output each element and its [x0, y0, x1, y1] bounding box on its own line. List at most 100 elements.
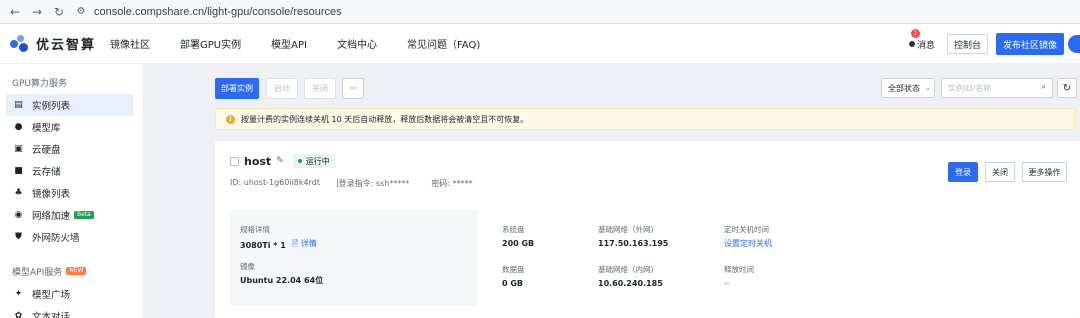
back-icon[interactable]: ← [6, 3, 24, 21]
login-button[interactable]: 登录 [948, 162, 978, 182]
url-text[interactable]: console.compshare.cn/light-gpu/console/r… [94, 6, 342, 18]
publish-image-button[interactable]: 发布社区镜像 [995, 33, 1064, 55]
login-command: 登录指令: ssh***** [338, 179, 410, 188]
main-content: 部署实例 启动 关闭 ··· 全部状态 ⌄ 实例ID/名称 ⌕ ↻ ! 按量计费… [145, 64, 1080, 318]
avatar[interactable] [1068, 35, 1080, 53]
beta-badge: Beta [74, 211, 94, 219]
sidebar-item-cloud-disk[interactable]: ▣ 云硬盘 [6, 138, 133, 160]
document-icon: 🗎 [291, 239, 299, 248]
instance-checkbox[interactable] [230, 156, 239, 166]
instance-toolbar: 部署实例 启动 关闭 ··· 全部状态 ⌄ 实例ID/名称 ⌕ ↻ [215, 78, 1080, 100]
bell-icon [908, 41, 915, 47]
cloud-storage-icon: ■ [14, 166, 23, 176]
chevron-down-icon: ⌄ [925, 84, 931, 92]
status-text: 运行中 [305, 156, 330, 166]
cloud-disk-icon: ▣ [14, 144, 23, 154]
forward-icon[interactable]: → [28, 3, 46, 21]
instance-id: ID: uhost-1g60ii8k4rdt [230, 178, 320, 187]
console-button[interactable]: 控制台 [946, 34, 988, 54]
nav-deploy-gpu[interactable]: 部署GPU实例 [180, 36, 241, 51]
instance-header: host ✎ 运行中 [230, 154, 335, 168]
search-input[interactable]: 实例ID/名称 ⌕ [941, 78, 1053, 98]
status-dot-icon [297, 159, 302, 163]
header-actions: 1 消息 控制台 发布社区镜像 [908, 24, 1080, 64]
more-actions-button[interactable]: ··· [342, 78, 364, 99]
sidebar-item-label: 实例列表 [32, 101, 71, 112]
instance-list-icon: ▤ [14, 100, 23, 110]
sidebar-item-label: 云硬盘 [32, 145, 61, 156]
sidebar-item-network-accel[interactable]: ◉ 网络加速 Beta [6, 204, 133, 226]
firewall-icon: ⛊ [15, 232, 22, 242]
sidebar-item-firewall[interactable]: ⛊ 外网防火墙 [6, 226, 133, 248]
public-network-label: 基础网络（外网) [598, 225, 654, 234]
spec-panel: 规格详情 3080Ti * 1 🗎 详情 镜像 Ubuntu 22.04 64位 [230, 210, 477, 306]
shutdown-button[interactable]: 关闭 [304, 78, 336, 99]
nav-docs[interactable]: 文档中心 [337, 36, 377, 51]
system-disk-value: 200 GB [502, 239, 535, 248]
refresh-button[interactable]: ↻ [1057, 78, 1077, 98]
spec-detail-label: 详情 [300, 239, 317, 248]
deploy-instance-button[interactable]: 部署实例 [215, 78, 259, 99]
sidebar-group-model-api: 模型API服务 NEW [0, 262, 143, 280]
address-bar[interactable]: ⚙ console.compshare.cn/light-gpu/console… [74, 2, 342, 22]
sidebar-item-instances[interactable]: ▤ 实例列表 [6, 94, 133, 116]
sidebar-item-label: 模型广场 [32, 290, 71, 301]
nav-image-community[interactable]: 镜像社区 [110, 36, 150, 51]
private-ip: 10.60.240.185 [598, 279, 663, 288]
sidebar-group-label: 模型API服务 [12, 267, 63, 278]
spec-value: 3080Ti * 1 [240, 240, 286, 250]
scheduled-shutdown-label: 定时关机时间 [724, 225, 769, 234]
sidebar-item-model-square[interactable]: ✦ 模型广场 [6, 283, 133, 305]
public-ip: 117.50.163.195 [598, 239, 669, 248]
logo-icon [10, 34, 30, 53]
more-operations-button[interactable]: 更多操作 [1022, 162, 1067, 182]
refresh-icon: ↻ [1062, 82, 1072, 94]
sidebar-item-label: 云存储 [32, 167, 61, 178]
text-chat-icon: ✿ [14, 311, 23, 318]
data-disk-value: 0 GB [502, 279, 524, 288]
nav-faq[interactable]: 常见问题（FAQ) [407, 36, 480, 51]
network-accel-icon: ◉ [14, 210, 23, 220]
instance-meta: ID: uhost-1g60ii8k4rdt | 登录指令: ssh***** … [230, 178, 473, 189]
sidebar-item-models[interactable]: ● 模型库 [6, 116, 133, 138]
spec-detail-link[interactable]: 🗎 详情 [292, 238, 317, 252]
sidebar-item-label: 外网防火墙 [32, 233, 80, 244]
set-scheduled-shutdown-link[interactable]: 设置定时关机 [724, 238, 772, 249]
site-settings-icon[interactable]: ⚙ [74, 5, 88, 19]
edit-icon[interactable]: ✎ [276, 156, 284, 166]
sidebar-item-label: 镜像列表 [32, 189, 71, 200]
sidebar-group-gpu: GPU算力服务 [12, 78, 67, 89]
browser-toolbar: ← → ↻ ⚙ console.compshare.cn/light-gpu/c… [0, 0, 1080, 24]
system-disk-label: 系统盘 [502, 225, 525, 234]
instance-card: host ✎ 运行中 ID: uhost-1g60ii8k4rdt | 登录指令… [215, 141, 1080, 318]
release-time-value: -- [724, 279, 730, 288]
status-filter-value: 全部状态 [888, 83, 920, 93]
sidebar-item-images[interactable]: ♣ 镜像列表 [6, 182, 133, 204]
data-disk-label: 数据盘 [502, 265, 525, 274]
close-button[interactable]: 关闭 [985, 162, 1015, 182]
instance-name: host [244, 154, 272, 168]
spec-label: 规格详情 [240, 225, 270, 234]
status-filter-select[interactable]: 全部状态 ⌄ [881, 78, 935, 98]
release-notice: ! 按量计费的实例连续关机 10 天后自动释放，释放后数据将会被清空且不可恢复。 [215, 108, 1075, 130]
reload-icon[interactable]: ↻ [50, 3, 68, 21]
brand-logo[interactable]: 优云智算 [10, 34, 96, 53]
messages-label: 消息 [916, 40, 935, 51]
instance-password: 密码: ***** [431, 179, 473, 188]
image-value: Ubuntu 22.04 64位 [240, 276, 324, 285]
messages-button[interactable]: 1 消息 [908, 28, 935, 51]
nav-model-api[interactable]: 模型API [271, 36, 307, 51]
sidebar-item-text-chat[interactable]: ✿ 文本对话 [6, 305, 133, 318]
sidebar-item-label: 模型库 [32, 123, 61, 134]
warning-icon: ! [226, 114, 235, 124]
private-network-label: 基础网络（内网) [598, 265, 654, 274]
sidebar-item-label: 文本对话 [32, 312, 71, 318]
sidebar: GPU算力服务 ▤ 实例列表 ● 模型库 ▣ 云硬盘 ■ 云存储 ♣ 镜像列表 … [0, 64, 144, 318]
search-placeholder: 实例ID/名称 [948, 83, 992, 93]
search-icon[interactable]: ⌕ [1041, 82, 1046, 92]
start-button[interactable]: 启动 [266, 78, 298, 99]
top-nav: 镜像社区 部署GPU实例 模型API 文档中心 常见问题（FAQ) [110, 36, 510, 51]
release-time-label: 释放时间 [724, 265, 754, 274]
notice-text: 按量计费的实例连续关机 10 天后自动释放，释放后数据将会被清空且不可恢复。 [241, 114, 529, 124]
sidebar-item-cloud-storage[interactable]: ■ 云存储 [6, 160, 133, 182]
